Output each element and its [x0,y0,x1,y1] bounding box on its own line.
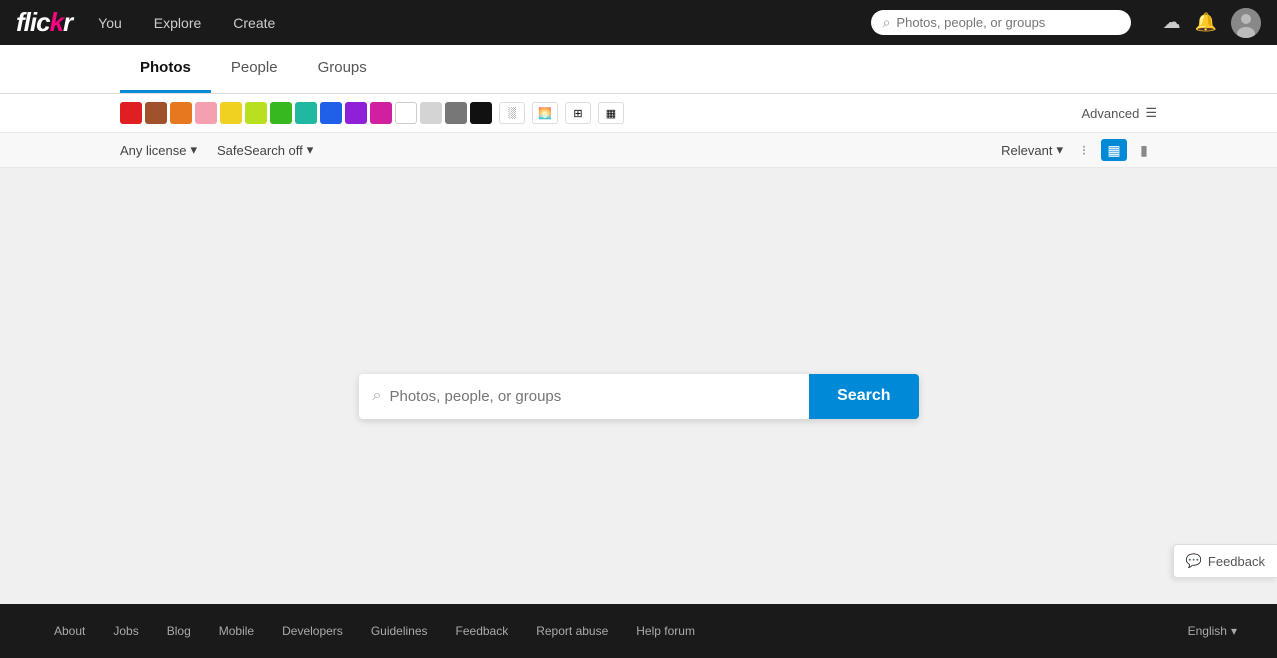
sub-filter-bar: Any license ▾ SafeSearch off ▾ Relevant … [0,133,1277,168]
sort-chevron: ▾ [1056,142,1063,158]
footer-help-forum[interactable]: Help forum [622,620,709,642]
color-swatch-magenta[interactable] [370,102,392,124]
footer-about[interactable]: About [40,620,99,642]
color-swatch-red[interactable] [120,102,142,124]
navbar-search-input[interactable] [896,15,1118,30]
logo[interactable]: flickr [16,7,72,38]
license-chevron: ▾ [190,142,197,158]
safesearch-filter[interactable]: SafeSearch off ▾ [217,142,313,158]
color-swatch-pink[interactable] [195,102,217,124]
color-swatch-light-gray[interactable] [420,102,442,124]
footer-jobs[interactable]: Jobs [99,620,152,642]
footer: About Jobs Blog Mobile Developers Guidel… [0,604,1277,658]
safesearch-chevron: ▾ [307,142,314,158]
footer-blog[interactable]: Blog [153,620,205,642]
feedback-icon: 💬 [1186,553,1202,569]
nav-explore[interactable]: Explore [148,11,207,35]
view-list[interactable]: ▮ [1131,139,1157,161]
color-swatch-yellow[interactable] [220,102,242,124]
center-search-icon: ⌕ [373,387,382,405]
pattern-filter[interactable]: ⊞ [565,102,591,124]
view-grid-small[interactable]: ⁝ [1071,139,1097,161]
color-swatch-purple[interactable] [345,102,367,124]
sort-dropdown[interactable]: Relevant ▾ [1001,142,1063,158]
black-and-white-filter[interactable]: ░ [499,102,525,124]
sub-filter-right: Relevant ▾ ⁝ ▦ ▮ [1001,139,1157,161]
center-search-input-wrapper: ⌕ [359,374,810,419]
color-swatch-orange[interactable] [170,102,192,124]
color-swatch-black[interactable] [470,102,492,124]
footer-report-abuse[interactable]: Report abuse [522,620,622,642]
sub-filter-left: Any license ▾ SafeSearch off ▾ [120,142,313,158]
sort-label: Relevant [1001,143,1052,158]
texture-filter[interactable]: ▦ [598,102,624,124]
upload-icon[interactable]: ☁ [1163,12,1181,33]
filter-bar: ░ 🌅 ⊞ ▦ Advanced ☰ [0,94,1277,133]
navbar-icons: ☁ 🔔 [1163,8,1261,38]
search-icon: ⌕ [883,14,891,31]
language-label: English [1188,624,1227,638]
avatar[interactable] [1231,8,1261,38]
tab-people[interactable]: People [211,45,298,93]
tab-photos[interactable]: Photos [120,45,211,93]
view-grid-medium[interactable]: ▦ [1101,139,1127,161]
navbar: flickr You Explore Create ⌕ ☁ 🔔 [0,0,1277,45]
feedback-bubble-label: Feedback [1208,554,1265,569]
center-search-button[interactable]: Search [809,374,918,419]
color-swatch-blue[interactable] [320,102,342,124]
color-swatch-yellow-green[interactable] [245,102,267,124]
advanced-button[interactable]: Advanced ☰ [1082,105,1157,121]
footer-mobile[interactable]: Mobile [205,620,268,642]
tabs-bar: Photos People Groups [0,45,1277,94]
view-toggle: ⁝ ▦ ▮ [1071,139,1157,161]
footer-guidelines[interactable]: Guidelines [357,620,442,642]
feedback-bubble[interactable]: 💬 Feedback [1173,544,1277,578]
license-label: Any license [120,143,186,158]
tab-groups[interactable]: Groups [298,45,387,93]
main-content: ⌕ Search [0,168,1277,604]
nav-create[interactable]: Create [227,11,281,35]
license-filter[interactable]: Any license ▾ [120,142,197,158]
language-selector[interactable]: English ▾ [1188,624,1237,638]
safesearch-label: SafeSearch off [217,143,303,158]
nav-you[interactable]: You [92,11,128,35]
center-search-input[interactable] [389,374,795,419]
sliders-icon: ☰ [1145,105,1157,121]
color-filters: ░ 🌅 ⊞ ▦ [120,102,624,124]
color-swatch-green[interactable] [270,102,292,124]
center-search-box: ⌕ Search [359,374,919,419]
color-swatch-brown[interactable] [145,102,167,124]
color-swatch-white[interactable] [395,102,417,124]
advanced-label: Advanced [1082,106,1140,121]
navbar-search-box: ⌕ [871,10,1131,35]
color-swatch-teal[interactable] [295,102,317,124]
shallow-dof-filter[interactable]: 🌅 [532,102,558,124]
footer-developers[interactable]: Developers [268,620,357,642]
color-swatch-dark-gray[interactable] [445,102,467,124]
footer-feedback[interactable]: Feedback [442,620,523,642]
language-chevron: ▾ [1231,624,1237,638]
notifications-icon[interactable]: 🔔 [1195,12,1217,33]
